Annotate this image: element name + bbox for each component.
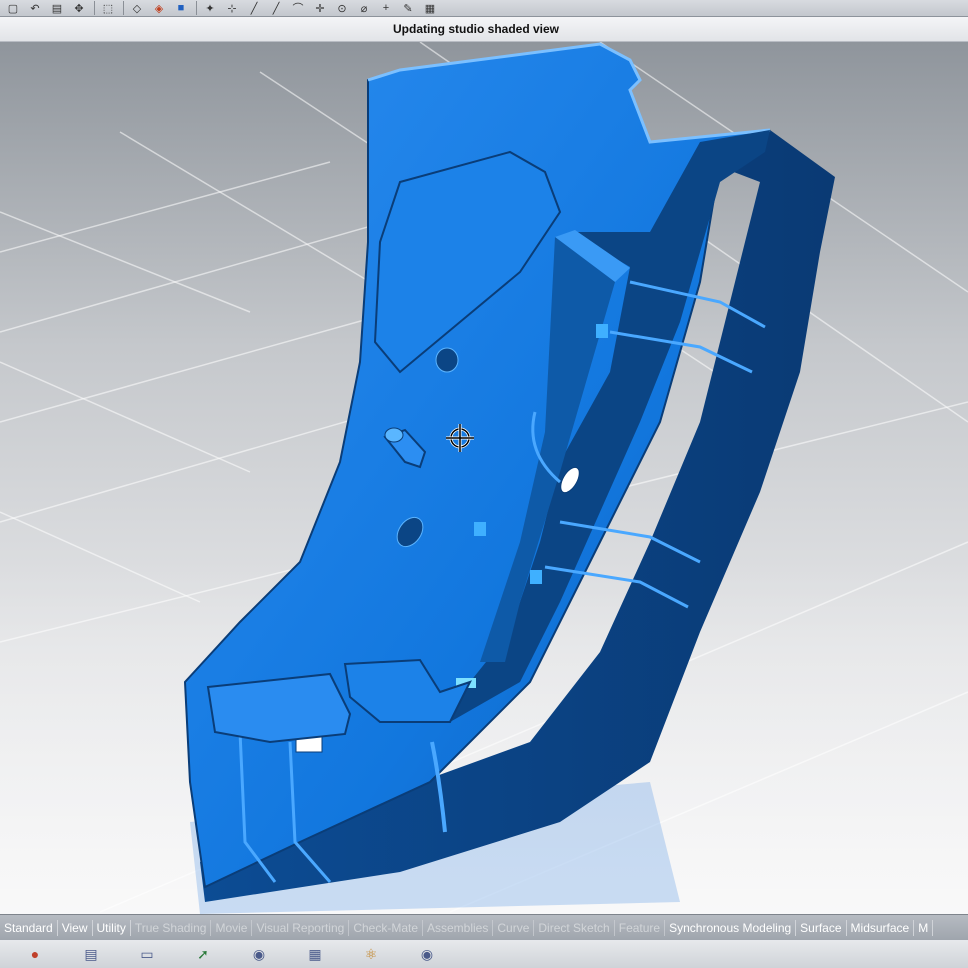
top-toolbar: ▢ ↶ ▤ ✥ ⬚ ◇ ◈ ■ ✦ ⊹ ╱ ╱ ⌒ ✛ ⊙ ⌀ + ✎ ▦ — [0, 0, 968, 17]
point-icon[interactable]: ⊹ — [223, 1, 241, 15]
cross-icon[interactable]: ⌒ — [289, 1, 307, 15]
pen-icon[interactable]: + — [377, 1, 395, 15]
tab-utility[interactable]: Utility — [93, 920, 131, 936]
circle-snap-icon[interactable]: ✛ — [311, 1, 329, 15]
toolbar-divider — [123, 1, 124, 15]
tab-m[interactable]: M — [914, 920, 934, 936]
grid-icon[interactable]: ▦ — [304, 944, 326, 964]
clip-tab — [474, 522, 486, 536]
tab-direct-sketch[interactable]: Direct Sketch — [534, 920, 615, 936]
tab-synchronous-modeling[interactable]: Synchronous Modeling — [665, 920, 797, 936]
tab-midsurface[interactable]: Midsurface — [847, 920, 915, 936]
hole-1 — [435, 347, 459, 373]
tab-check-mate[interactable]: Check-Mate — [349, 920, 423, 936]
tab-curve[interactable]: Curve — [493, 920, 535, 936]
tab-view[interactable]: View — [58, 920, 93, 936]
toolbar-divider — [94, 1, 95, 15]
move-icon[interactable]: ✥ — [70, 1, 88, 15]
arc-icon[interactable]: ╱ — [267, 1, 285, 15]
tab-movie[interactable]: Movie — [211, 920, 253, 936]
tab-standard[interactable]: Standard — [0, 920, 58, 936]
tab-assemblies[interactable]: Assemblies — [423, 920, 494, 936]
network-icon[interactable]: ⚛ — [360, 944, 382, 964]
blank-icon[interactable]: ▭ — [136, 944, 158, 964]
tab-visual-reporting[interactable]: Visual Reporting — [252, 920, 350, 936]
part-icon[interactable]: ▤ — [48, 1, 66, 15]
status-message: Updating studio shaded view — [393, 22, 560, 36]
boss-pin-top — [384, 427, 404, 443]
lower-ledge — [206, 672, 352, 744]
table-icon[interactable]: ▤ — [80, 944, 102, 964]
ribbon-tab-bar: Standard View Utility True Shading Movie Visu… — [0, 914, 968, 941]
ribbon-icons: ● ▤ ▭ ➚ ◉ ▦ ⚛ ◉ — [0, 940, 968, 968]
graphics-viewport[interactable] — [0, 42, 968, 914]
tab-feature[interactable]: Feature — [615, 920, 666, 936]
viewport-canvas[interactable] — [0, 42, 968, 914]
tag-icon[interactable]: ✎ — [399, 1, 417, 15]
snap-icon[interactable]: ✦ — [201, 1, 219, 15]
sphere-icon[interactable]: ◉ — [248, 944, 270, 964]
polygon-icon[interactable]: ⊙ — [333, 1, 351, 15]
wireframe-icon[interactable]: ◇ — [128, 1, 146, 15]
select-box-icon[interactable]: ⬚ — [99, 1, 117, 15]
fit-icon[interactable]: ▢ — [4, 1, 22, 15]
grid-icon[interactable]: ▦ — [421, 1, 439, 15]
shaded-icon[interactable]: ◈ — [150, 1, 168, 15]
clip-tab — [530, 570, 542, 584]
plus-icon[interactable]: ⌀ — [355, 1, 373, 15]
arrow-icon[interactable]: ➚ — [192, 944, 214, 964]
sphere-icon[interactable]: ◉ — [416, 944, 438, 964]
status-bar: Updating studio shaded view — [0, 17, 968, 42]
line-icon[interactable]: ╱ — [245, 1, 263, 15]
clip-tab — [596, 324, 608, 338]
render-icon[interactable]: ● — [24, 944, 46, 964]
toolbar-divider — [196, 1, 197, 15]
undo-icon[interactable]: ↶ — [26, 1, 44, 15]
tab-true-shading[interactable]: True Shading — [131, 920, 212, 936]
studio-shaded-icon[interactable]: ■ — [172, 1, 190, 15]
tab-surface[interactable]: Surface — [796, 920, 847, 936]
